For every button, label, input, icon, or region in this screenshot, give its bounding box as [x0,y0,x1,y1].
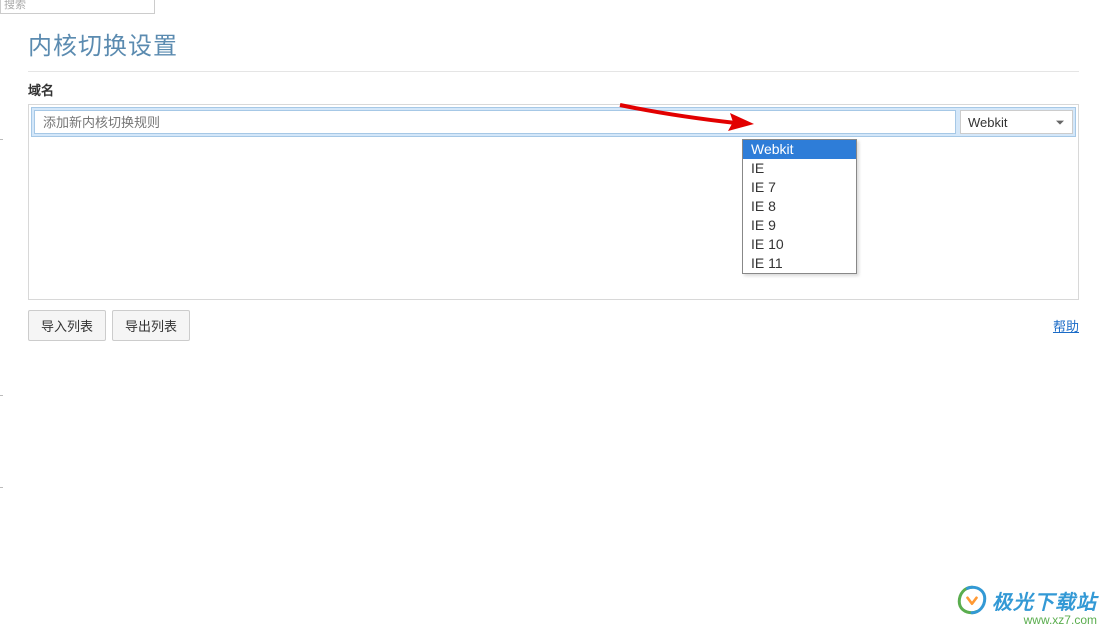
top-search-box[interactable]: 搜索 [0,0,155,14]
rules-container: Webkit [28,104,1079,300]
edge-tick [0,395,3,396]
import-button[interactable]: 导入列表 [28,310,106,341]
help-link[interactable]: 帮助 [1053,316,1079,335]
section-divider [28,71,1079,72]
page-title: 内核切换设置 [28,26,1079,61]
watermark-text: 极光下载站 [992,586,1097,615]
dropdown-option-ie11[interactable]: IE 11 [743,254,856,273]
watermark-logo-icon [957,585,987,615]
edge-tick [0,139,3,140]
main-content: 内核切换设置 域名 Webkit 导入列表 导出列表 帮助 [28,26,1079,341]
actions-row: 导入列表 导出列表 帮助 [28,310,1079,341]
engine-dropdown: Webkit IE IE 7 IE 8 IE 9 IE 10 IE 11 [742,139,857,274]
watermark-url: www.xz7.com [957,613,1097,627]
engine-select-value: Webkit [968,115,1008,130]
rule-row: Webkit [31,107,1076,137]
dropdown-option-ie10[interactable]: IE 10 [743,235,856,254]
export-button[interactable]: 导出列表 [112,310,190,341]
watermark: 极光下载站 www.xz7.com [957,585,1097,627]
dropdown-option-ie9[interactable]: IE 9 [743,216,856,235]
dropdown-option-webkit[interactable]: Webkit [743,140,856,159]
engine-select[interactable]: Webkit [960,110,1073,134]
dropdown-option-ie7[interactable]: IE 7 [743,178,856,197]
edge-tick [0,487,3,488]
dropdown-option-ie8[interactable]: IE 8 [743,197,856,216]
domain-label: 域名 [28,80,1079,99]
domain-input[interactable] [34,110,956,134]
dropdown-option-ie[interactable]: IE [743,159,856,178]
